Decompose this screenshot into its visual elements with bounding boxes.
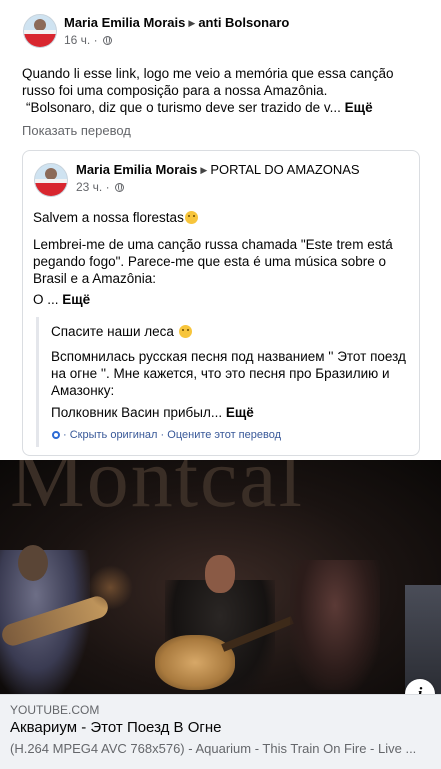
guitarist-left-head xyxy=(18,545,48,581)
shared-post-header: Maria Emilia Morais ▶ PORTAL DO AMAZONAS xyxy=(76,162,360,177)
shared-text-last: O ... Ещё xyxy=(33,292,91,307)
shared-author-name[interactable]: Maria Emilia Morais xyxy=(76,162,197,177)
video-background-text: Montcal xyxy=(10,460,304,525)
arrow-right-icon: ▶ xyxy=(200,165,208,175)
shared-group-name[interactable]: PORTAL DO AMAZONAS xyxy=(210,162,359,177)
link-title[interactable]: Аквариум - Этот Поезд В Огне xyxy=(10,719,221,736)
post-header: Maria Emilia Morais ▶ anti Bolsonaro xyxy=(64,15,289,30)
translation-paragraph: Вспомнилась русская песня под названием … xyxy=(51,349,406,398)
shared-post-meta: 23 ч. · xyxy=(76,180,124,194)
translation-last: Полковник Васин прибыл... Ещё xyxy=(51,405,254,420)
post-meta: 16 ч. · xyxy=(64,33,112,47)
globe-icon xyxy=(102,36,112,45)
singer-head xyxy=(205,555,235,593)
amplifier-right xyxy=(405,585,441,694)
post-time[interactable]: 16 ч. xyxy=(64,33,90,47)
shared-author-avatar[interactable] xyxy=(34,163,68,197)
video-thumbnail[interactable]: Montcal xyxy=(0,460,441,694)
author-name[interactable]: Maria Emilia Morais xyxy=(64,15,185,30)
link-preview[interactable]: YOUTUBE.COM Аквариум - Этот Поезд В Огне… xyxy=(0,694,441,769)
translation-line1: Спасите наши леса xyxy=(51,323,192,340)
facebook-post: Maria Emilia Morais ▶ anti Bolsonaro 16 ч.… xyxy=(0,0,441,460)
hide-original-link[interactable]: · Скрыть оригинал xyxy=(63,429,157,441)
author-avatar[interactable] xyxy=(23,14,57,48)
shared-see-more-link[interactable]: Ещё xyxy=(62,292,90,307)
sad-face-emoji-icon xyxy=(178,325,192,338)
arrow-right-icon: ▶ xyxy=(188,18,196,28)
see-translation-link[interactable]: Показать перевод xyxy=(22,123,131,138)
sad-face-emoji-icon xyxy=(184,211,198,224)
drummer xyxy=(290,560,380,690)
stage-light xyxy=(88,565,133,610)
translation-links: · Скрыть оригинал · Оцените этот перевод xyxy=(52,429,281,441)
rate-translation-link[interactable]: · Оцените этот перевод xyxy=(161,429,281,441)
link-domain: YOUTUBE.COM xyxy=(10,703,100,717)
post-text: Quando li esse link, logo me veio a memó… xyxy=(22,66,394,115)
see-more-link[interactable]: Ещё xyxy=(345,100,373,115)
globe-icon xyxy=(114,183,124,192)
gear-icon xyxy=(52,431,60,439)
translation-see-more-link[interactable]: Ещё xyxy=(226,405,254,420)
shared-text-line1: Salvem a nossa florestas xyxy=(33,209,198,226)
shared-post-time[interactable]: 23 ч. xyxy=(76,180,102,194)
link-description: (H.264 MPEG4 AVC 768x576) - Aquarium - T… xyxy=(10,741,417,756)
shared-text-paragraph: Lembrei-me de uma canção russa chamada "… xyxy=(33,237,393,286)
group-name[interactable]: anti Bolsonaro xyxy=(198,15,289,30)
